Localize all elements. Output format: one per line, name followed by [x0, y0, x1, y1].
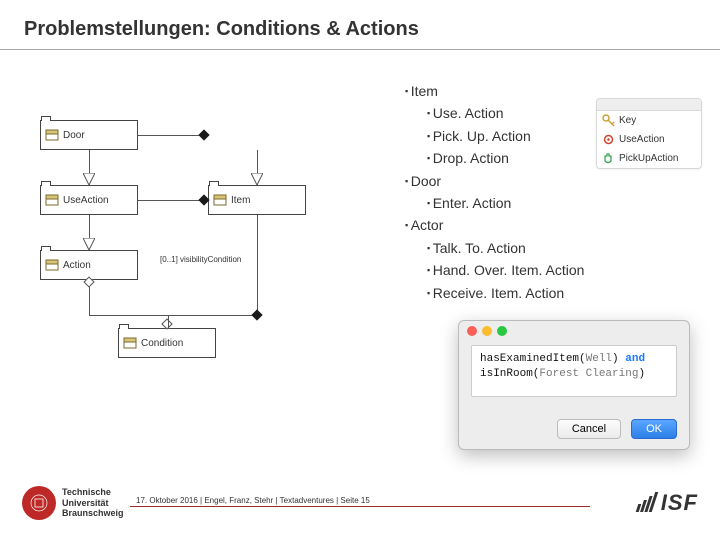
uml-class-item: Item — [208, 185, 306, 215]
list-item: Hand. Over. Item. Action — [427, 259, 584, 281]
list-item: Talk. To. Action — [427, 237, 584, 259]
close-icon[interactable] — [467, 326, 477, 336]
uml-class-condition: Condition — [118, 328, 216, 358]
list-item: Door Enter. Action — [405, 170, 584, 215]
list-item: Use. Action — [427, 102, 584, 124]
code-dialog: hasExaminedItem(Well) and isInRoom(Fores… — [458, 320, 690, 450]
code-textarea[interactable]: hasExaminedItem(Well) and isInRoom(Fores… — [471, 345, 677, 397]
cancel-button[interactable]: Cancel — [557, 419, 621, 439]
panel-row: Key — [597, 111, 701, 130]
generalization-arrow-icon — [83, 173, 95, 185]
class-icon — [45, 258, 59, 272]
list-item: Pick. Up. Action — [427, 125, 584, 147]
panel-row-label: UseAction — [619, 134, 665, 145]
footer-text: 17. Oktober 2016 | Engel, Franz, Stehr |… — [136, 496, 370, 505]
panel-row-label: PickUpAction — [619, 153, 678, 164]
bars-icon — [637, 492, 657, 518]
key-icon — [602, 114, 615, 127]
uml-class-door: Door — [40, 120, 138, 150]
generalization-arrow-icon — [251, 173, 263, 185]
list-item: Actor Talk. To. Action Hand. Over. Item.… — [405, 214, 584, 304]
hand-icon — [602, 152, 615, 165]
uml-label: Action — [63, 260, 91, 271]
ok-button[interactable]: OK — [631, 419, 677, 439]
panel-row: UseAction — [597, 130, 701, 149]
generalization-arrow-icon — [83, 238, 95, 250]
list-item: Receive. Item. Action — [427, 282, 584, 304]
slide-footer: 17. Oktober 2016 | Engel, Franz, Stehr |… — [0, 484, 720, 540]
uml-label: UseAction — [63, 195, 109, 206]
panel-header — [597, 99, 701, 111]
bullet-list: Item Use. Action Pick. Up. Action Drop. … — [405, 80, 584, 304]
class-icon — [45, 128, 59, 142]
dialog-titlebar — [459, 321, 689, 341]
uml-label: Item — [231, 195, 250, 206]
list-item: Drop. Action — [427, 147, 584, 169]
uml-diagram: EnterAction Door UseAction Item Action — [40, 120, 380, 400]
university-logo: Technische Universität Braunschweig — [22, 486, 124, 520]
uml-label: Door — [63, 130, 85, 141]
uml-label: Condition — [141, 338, 183, 349]
multiplicity-label: [0..1] visibilityCondition — [160, 255, 241, 264]
gear-icon — [602, 133, 615, 146]
list-item: Enter. Action — [427, 192, 584, 214]
panel-row-label: Key — [619, 115, 636, 126]
slide-title: Problemstellungen: Conditions & Actions — [0, 0, 720, 50]
isf-logo: ISF — [637, 490, 698, 518]
seal-icon — [22, 486, 56, 520]
class-icon — [123, 336, 137, 350]
university-name: Technische Universität Braunschweig — [62, 487, 124, 518]
slide-content: EnterAction Door UseAction Item Action — [0, 50, 720, 480]
list-item: Item Use. Action Pick. Up. Action Drop. … — [405, 80, 584, 170]
snap-panel: Key UseAction PickUpAction — [596, 98, 702, 169]
footer-divider — [130, 506, 590, 507]
class-icon — [213, 193, 227, 207]
uml-class-useaction: UseAction — [40, 185, 138, 215]
class-icon — [45, 193, 59, 207]
minimize-icon[interactable] — [482, 326, 492, 336]
zoom-icon[interactable] — [497, 326, 507, 336]
panel-row: PickUpAction — [597, 149, 701, 168]
